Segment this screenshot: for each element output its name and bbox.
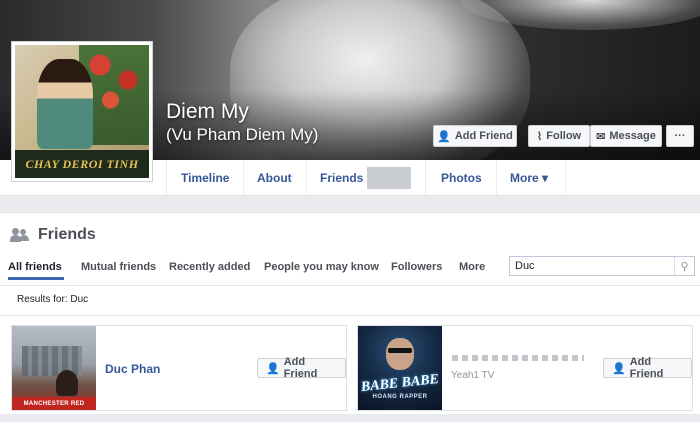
add-friend-icon: 👤 — [437, 130, 451, 143]
follow-label: Follow — [546, 130, 582, 142]
message-label: Message — [609, 130, 656, 142]
divider — [0, 315, 700, 316]
search-value: Duc — [515, 260, 535, 272]
friend-card: MANCHESTER RED Duc Phan 👤 Add Friend — [11, 325, 347, 411]
tab-more[interactable]: More ▾ — [496, 160, 566, 196]
thumbnail-banner: MANCHESTER RED — [12, 397, 96, 410]
redacted-count — [367, 167, 411, 189]
message-button[interactable]: ✉ Message — [590, 125, 662, 147]
filter-followers[interactable]: Followers — [391, 261, 442, 273]
add-friend-label: Add Friend — [283, 356, 318, 380]
redacted-name — [452, 355, 584, 361]
add-friend-button[interactable]: 👤 Add Friend — [433, 125, 517, 147]
friend-name[interactable]: Duc Phan — [105, 362, 160, 376]
person-figure — [56, 370, 78, 396]
filter-recently-added[interactable]: Recently added — [169, 261, 250, 273]
more-options-label: ··· — [674, 130, 686, 142]
tab-friends-label: Friends — [320, 171, 364, 185]
friend-thumbnail[interactable]: BABE BABE HOANG RAPPER — [358, 326, 442, 410]
tab-photos-label: Photos — [441, 171, 482, 185]
add-friend-label: Add Friend — [454, 130, 513, 142]
filter-people-you-may-know[interactable]: People you may know — [264, 261, 379, 273]
thumbnail-logo: BABE BABE — [360, 371, 440, 396]
tab-timeline[interactable]: Timeline — [166, 160, 245, 196]
active-filter-indicator — [8, 277, 64, 280]
add-friend-label: Add Friend — [629, 356, 664, 380]
friend-card: BABE BABE HOANG RAPPER Yeah1 TV 👤 Add Fr… — [357, 325, 693, 411]
friend-thumbnail[interactable]: MANCHESTER RED — [12, 326, 96, 410]
filter-mutual-friends[interactable]: Mutual friends — [81, 261, 156, 273]
friend-subtitle: Yeah1 TV — [451, 370, 495, 381]
profile-alt-name: (Vu Pham Diem My) — [166, 125, 319, 144]
glasses — [388, 348, 412, 353]
tab-photos[interactable]: Photos — [427, 160, 497, 196]
tab-about-label: About — [257, 171, 292, 185]
thumbnail-subtext: HOANG RAPPER — [372, 394, 428, 400]
person-figure — [37, 59, 93, 149]
add-friend-icon: 👤 — [266, 362, 280, 375]
add-friend-icon: 👤 — [612, 362, 626, 375]
add-friend-button[interactable]: 👤 Add Friend — [603, 356, 692, 380]
tab-more-label: More ▾ — [510, 171, 549, 185]
filter-all-friends[interactable]: All friends — [8, 261, 62, 273]
friends-search-input[interactable]: Duc ⚲ — [509, 256, 695, 276]
profile-picture[interactable]: CHAY DEROI TINH — [11, 41, 153, 182]
tab-about[interactable]: About — [243, 160, 307, 196]
friends-header: Friends — [10, 226, 96, 244]
friends-icon — [10, 228, 30, 242]
results-label: Results for: Duc — [17, 294, 89, 305]
page-bottom — [0, 414, 700, 422]
divider — [0, 285, 700, 286]
message-icon: ✉ — [596, 130, 606, 143]
search-icon[interactable]: ⚲ — [674, 257, 694, 275]
profile-image: CHAY DEROI TINH — [15, 45, 149, 178]
more-options-button[interactable]: ··· — [666, 125, 694, 147]
filter-more[interactable]: More — [459, 261, 485, 273]
profile-pic-caption: CHAY DEROI TINH — [15, 150, 149, 178]
tab-friends[interactable]: Friends — [306, 160, 426, 196]
profile-name[interactable]: Diem My — [166, 100, 249, 124]
tab-timeline-label: Timeline — [181, 171, 230, 185]
follow-button[interactable]: ⌇ Follow — [528, 125, 590, 147]
friends-title: Friends — [38, 226, 96, 243]
person-face — [386, 338, 414, 370]
rss-icon: ⌇ — [536, 130, 543, 143]
add-friend-button[interactable]: 👤 Add Friend — [257, 356, 346, 380]
